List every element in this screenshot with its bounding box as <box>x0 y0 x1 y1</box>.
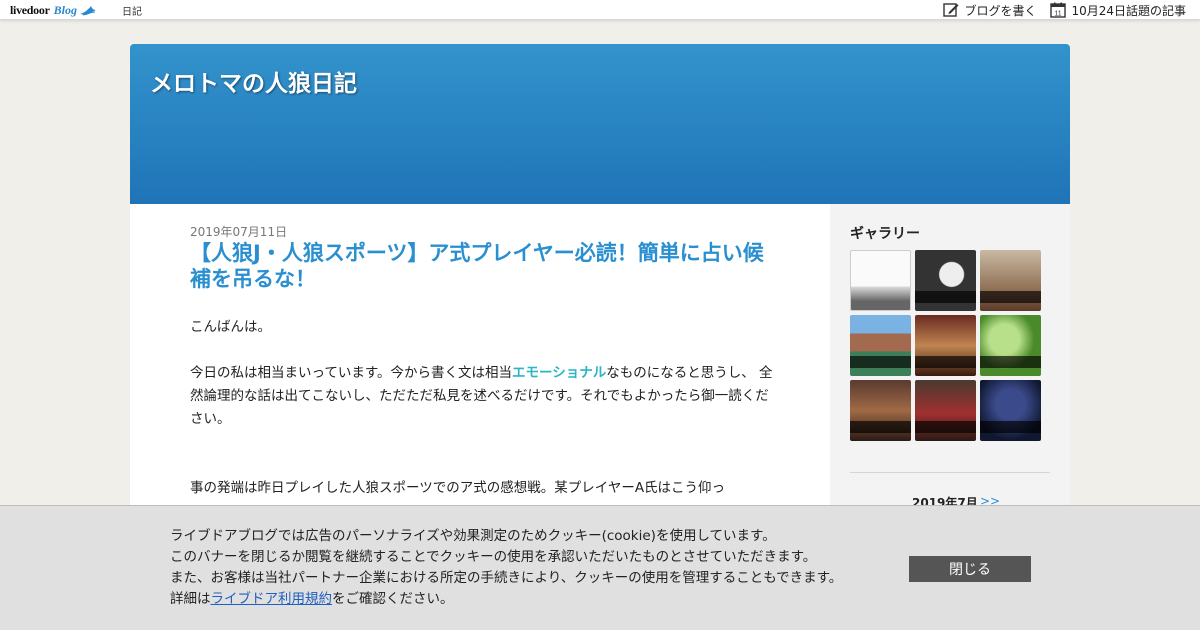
gallery-thumbnail[interactable] <box>850 250 911 311</box>
gallery-thumbnail[interactable] <box>980 380 1041 441</box>
logo-blog-text: Blog <box>53 2 77 17</box>
gallery-thumbnail[interactable] <box>980 315 1041 376</box>
gallery-thumbnail[interactable] <box>850 315 911 376</box>
logo-text: livedoor <box>10 2 50 17</box>
para1-before: 今日の私は相当まいっています。今から書く文は相当 <box>190 365 512 381</box>
cookie-text: ライブドアブログでは広告のパーソナライズや効果測定のためクッキー(cookie)… <box>170 526 842 610</box>
top-right-links: ブログを書く 11 10月24日話題の記事 <box>943 1 1186 19</box>
cookie-line-4: 詳細はライブドア利用規約をご確認ください。 <box>170 589 842 610</box>
post-paragraph-1: 今日の私は相当まいっています。今から書く文は相当エモーショナルなものになると思う… <box>190 362 780 431</box>
cookie-line-2: このバナーを閉じるか閲覧を継続することでクッキーの使用を承認いただいたものとさせ… <box>170 549 817 565</box>
calendar-icon: 11 <box>1050 2 1067 18</box>
livedoor-blog-logo[interactable]: livedoor Blog <box>10 2 97 18</box>
close-button[interactable]: 閉じる <box>909 556 1031 582</box>
blog-title[interactable]: メロトマの人狼日記 <box>150 64 357 98</box>
post-date: 2019年07月11日 <box>190 225 288 239</box>
blog-header: メロトマの人狼日記 <box>130 44 1070 204</box>
diary-link[interactable]: 日記 <box>122 3 142 18</box>
topic-articles-link[interactable]: 11 10月24日話題の記事 <box>1050 2 1186 19</box>
cookie-line-3: また、お客様は当社パートナー企業における所定の手続きにより、クッキーの使用を管理… <box>170 570 843 586</box>
write-blog-label: ブログを書く <box>964 3 1037 18</box>
post-title[interactable]: 【人狼J・人狼スポーツ】ア式プレイヤー必読！簡単に占い候補を吊るな！ <box>190 240 780 292</box>
gallery-thumbnail[interactable] <box>850 380 911 441</box>
gallery-grid <box>850 250 1041 441</box>
pencil-edit-icon <box>943 3 959 17</box>
post-greeting: こんばんは。 <box>190 319 271 335</box>
bird-icon <box>79 6 96 16</box>
gallery-thumbnail[interactable] <box>915 250 976 311</box>
post-paragraph-2: 事の発端は昨日プレイした人狼スポーツでのア式の感想戦。某プレイヤーA氏はこう仰っ <box>190 480 726 496</box>
cookie-line-4-before: 詳細は <box>170 591 211 607</box>
gallery-thumbnail[interactable] <box>915 380 976 441</box>
sidebar-divider <box>850 472 1050 473</box>
emphasis-text: エモーショナル <box>511 365 607 381</box>
gallery-title: ギャラリー <box>850 226 920 242</box>
cookie-line-4-after: をご確認ください。 <box>332 591 454 607</box>
calendar-icon-day: 11 <box>1055 11 1062 18</box>
terms-link[interactable]: ライブドア利用規約 <box>211 591 333 607</box>
write-blog-link[interactable]: ブログを書く <box>943 2 1036 19</box>
cookie-line-1: ライブドアブログでは広告のパーソナライズや効果測定のためクッキー(cookie)… <box>170 528 776 544</box>
gallery-thumbnail[interactable] <box>915 315 976 376</box>
top-bar: livedoor Blog 日記 ブログを書く 11 10月24日話題の記事 <box>0 0 1200 20</box>
cookie-banner: ライブドアブログでは広告のパーソナライズや効果測定のためクッキー(cookie)… <box>0 505 1200 630</box>
gallery-thumbnail[interactable] <box>980 250 1041 311</box>
post-body: こんばんは。 今日の私は相当まいっています。今から書く文は相当エモーショナルなも… <box>190 316 780 500</box>
topic-articles-label: 10月24日話題の記事 <box>1071 3 1186 18</box>
